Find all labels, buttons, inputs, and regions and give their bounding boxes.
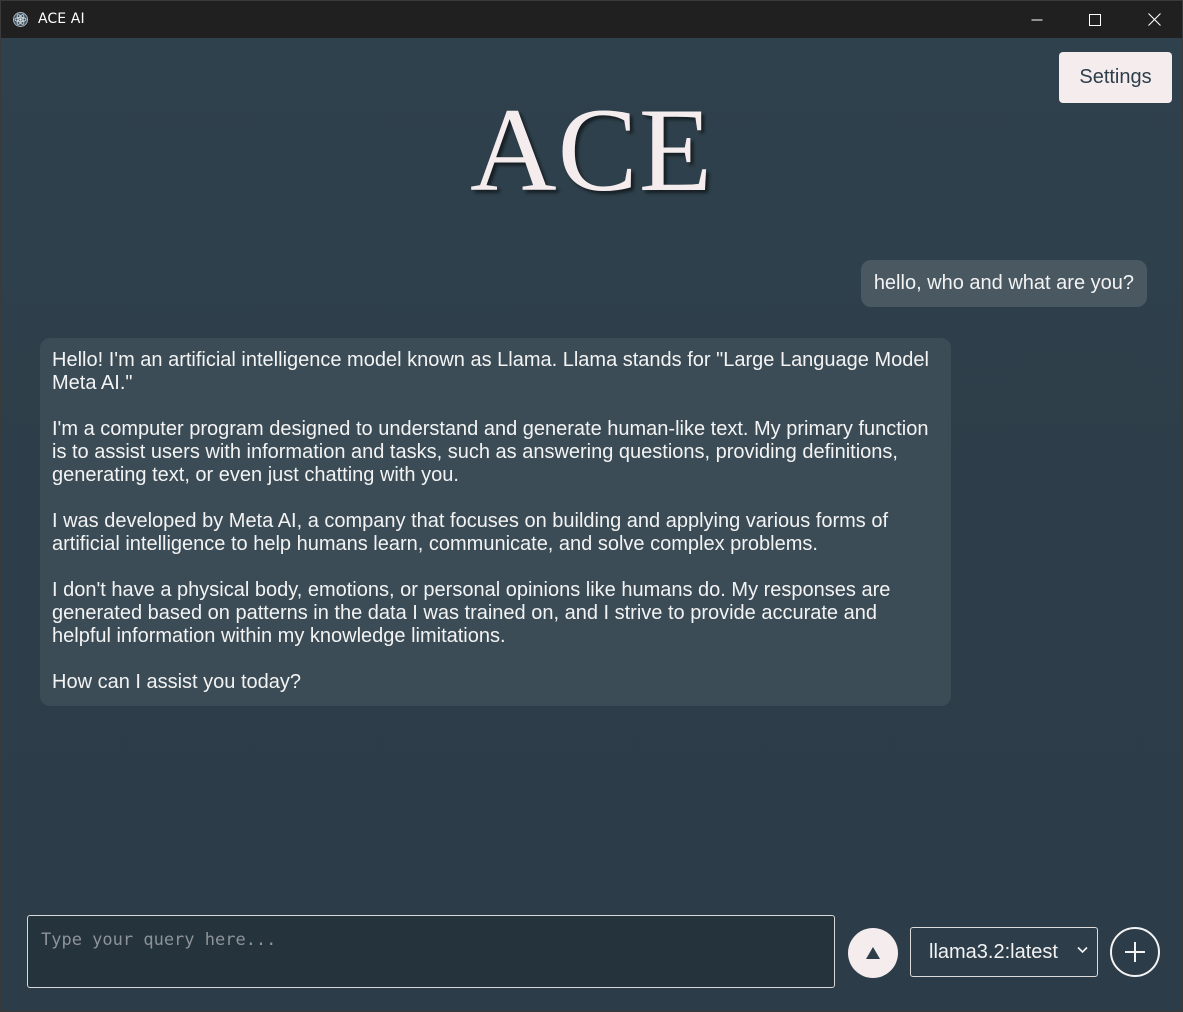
triangle-up-icon: [866, 947, 880, 959]
assistant-paragraph: Hello! I'm an artificial intelligence mo…: [52, 349, 929, 394]
model-select-value: llama3.2:latest: [929, 941, 1058, 963]
user-message-bubble: hello, who and what are you?: [860, 260, 1147, 307]
chat-view: Settings ACE hello, who and what are you…: [1, 38, 1182, 1011]
minimize-button[interactable]: [1008, 1, 1066, 38]
maximize-button[interactable]: [1066, 1, 1124, 38]
title-bar[interactable]: ACE AI: [1, 1, 1182, 38]
assistant-paragraph: I was developed by Meta AI, a company th…: [52, 510, 889, 555]
send-button[interactable]: [848, 928, 898, 978]
assistant-paragraph: I'm a computer program designed to under…: [52, 418, 929, 486]
app-window: ACE AI Settings ACE hello, who and what …: [0, 0, 1183, 1012]
app-logo: ACE: [470, 83, 713, 216]
model-select[interactable]: llama3.2:latest: [910, 927, 1098, 977]
close-icon: [1147, 13, 1161, 26]
chevron-down-icon: [1077, 946, 1088, 954]
query-input[interactable]: [27, 915, 835, 988]
window-title: ACE AI: [38, 11, 85, 27]
maximize-icon: [1089, 13, 1101, 26]
assistant-paragraph: I don't have a physical body, emotions, …: [52, 579, 891, 647]
assistant-paragraph: How can I assist you today?: [52, 671, 302, 693]
new-chat-button[interactable]: [1110, 927, 1160, 977]
assistant-message-bubble: Hello! I'm an artificial intelligence mo…: [40, 338, 951, 706]
minimize-icon: [1031, 19, 1043, 20]
app-icon: [13, 12, 28, 27]
close-button[interactable]: [1125, 1, 1182, 38]
plus-icon: [1125, 942, 1145, 962]
